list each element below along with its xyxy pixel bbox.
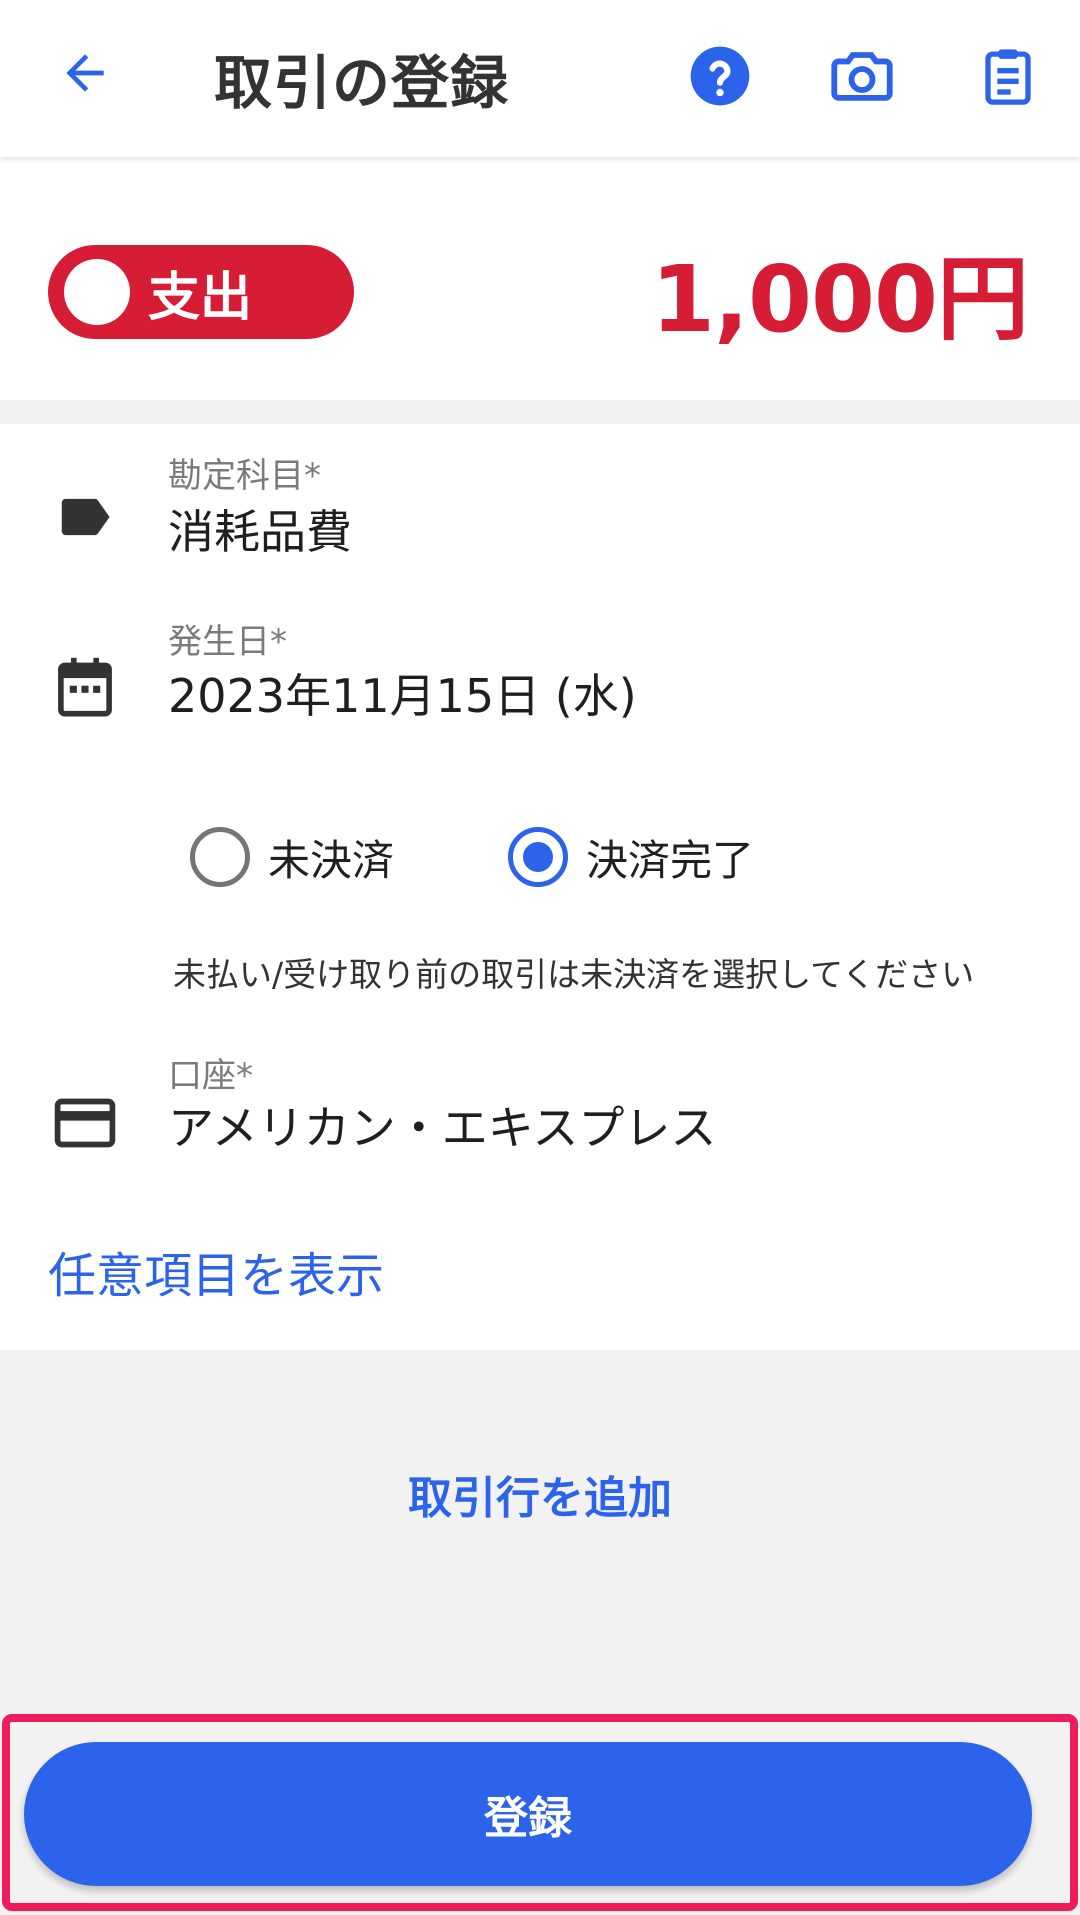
help-circle-icon <box>690 46 750 106</box>
radio-paid-circle <box>508 827 568 887</box>
clipboard-button[interactable] <box>968 36 1048 116</box>
radio-unpaid[interactable]: 未決済 <box>190 822 394 892</box>
clipboard-icon <box>985 49 1031 105</box>
radio-paid-label: 決済完了 <box>586 835 755 885</box>
help-button[interactable] <box>680 36 760 116</box>
divider <box>0 400 1080 424</box>
account-title-label: 勘定科目* <box>168 456 321 496</box>
radio-paid[interactable]: 決済完了 <box>508 822 754 892</box>
amount-section: 支出 1,000円 <box>0 157 1080 400</box>
wallet-label: 口座* <box>168 1056 253 1096</box>
credit-card-icon <box>54 1092 116 1154</box>
settlement-hint: 未払い/受け取り前の取引は未決済を選択してください <box>173 955 975 994</box>
register-button[interactable]: 登録 <box>24 1742 1032 1886</box>
page-title: 取引の登録 <box>214 49 510 117</box>
app-bar: 取引の登録 <box>0 0 1080 157</box>
camera-button[interactable] <box>822 36 902 116</box>
toggle-label: 支出 <box>148 267 253 328</box>
radio-unpaid-circle <box>190 827 250 887</box>
wallet-field[interactable]: 口座* アメリカン・エキスプレス <box>0 1048 1080 1168</box>
add-transaction-row-button[interactable]: 取引行を追加 <box>0 1462 1080 1526</box>
toggle-knob <box>64 259 130 325</box>
wallet-value: アメリカン・エキスプレス <box>168 1101 717 1155</box>
back-button[interactable] <box>48 36 122 110</box>
radio-unpaid-label: 未決済 <box>268 835 395 885</box>
income-expense-toggle[interactable]: 支出 <box>48 245 354 339</box>
show-optional-fields-link[interactable]: 任意項目を表示 <box>48 1236 384 1306</box>
date-label: 発生日* <box>168 622 287 662</box>
date-value: 2023年11月15日 (水) <box>168 669 637 723</box>
amount-input[interactable]: 1,000円 <box>651 225 1029 358</box>
calendar-icon <box>54 656 116 718</box>
form-section: 勘定科目* 消耗品費 発生日* 2023年11月15日 (水) 未決済 決済完了 <box>0 424 1080 1350</box>
camera-icon <box>831 52 893 101</box>
date-field[interactable]: 発生日* 2023年11月15日 (水) <box>0 614 1080 734</box>
account-title-value: 消耗品費 <box>168 505 352 559</box>
label-tag-icon <box>54 486 116 548</box>
arrow-back-icon <box>66 54 104 92</box>
settlement-radio-group: 未決済 決済完了 <box>190 822 890 892</box>
account-title-field[interactable]: 勘定科目* 消耗品費 <box>0 446 1080 566</box>
